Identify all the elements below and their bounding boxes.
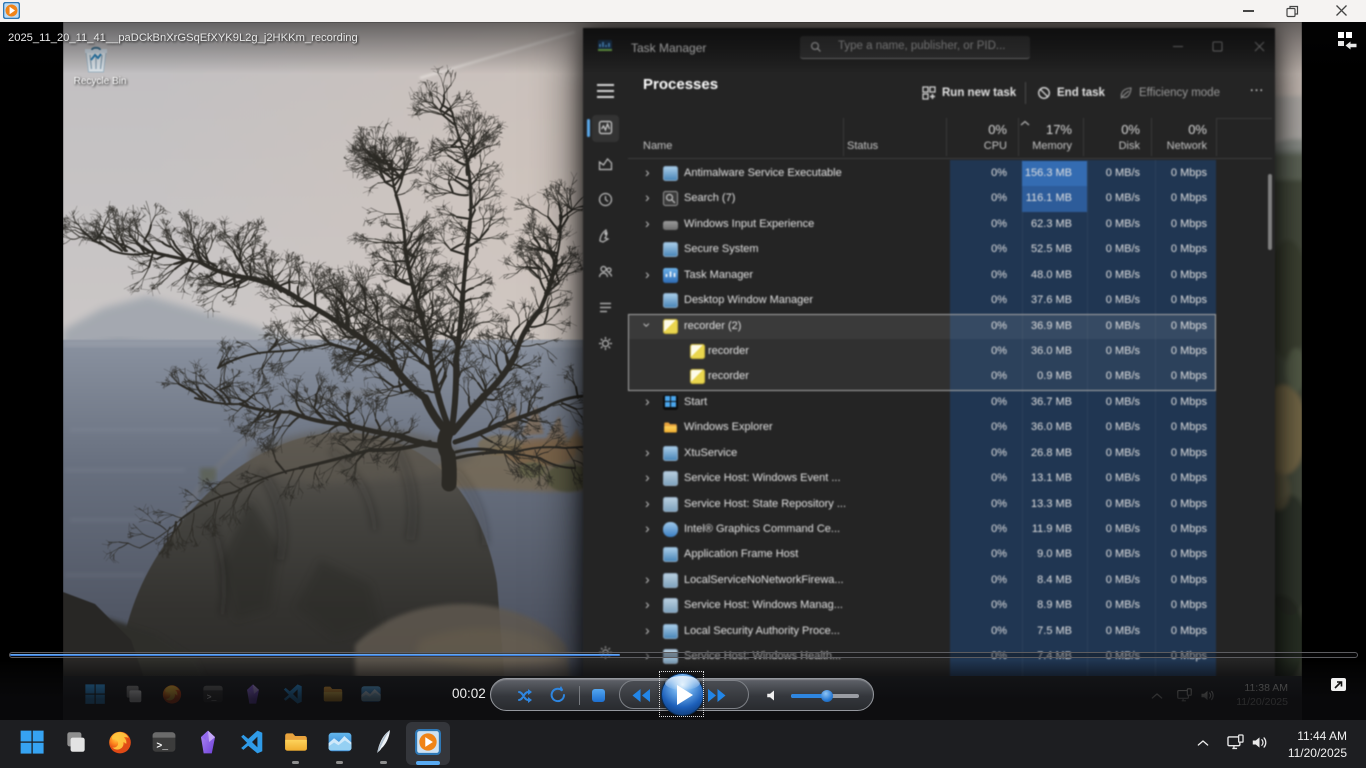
svg-text:Recycle Bin: Recycle Bin <box>74 76 127 87</box>
